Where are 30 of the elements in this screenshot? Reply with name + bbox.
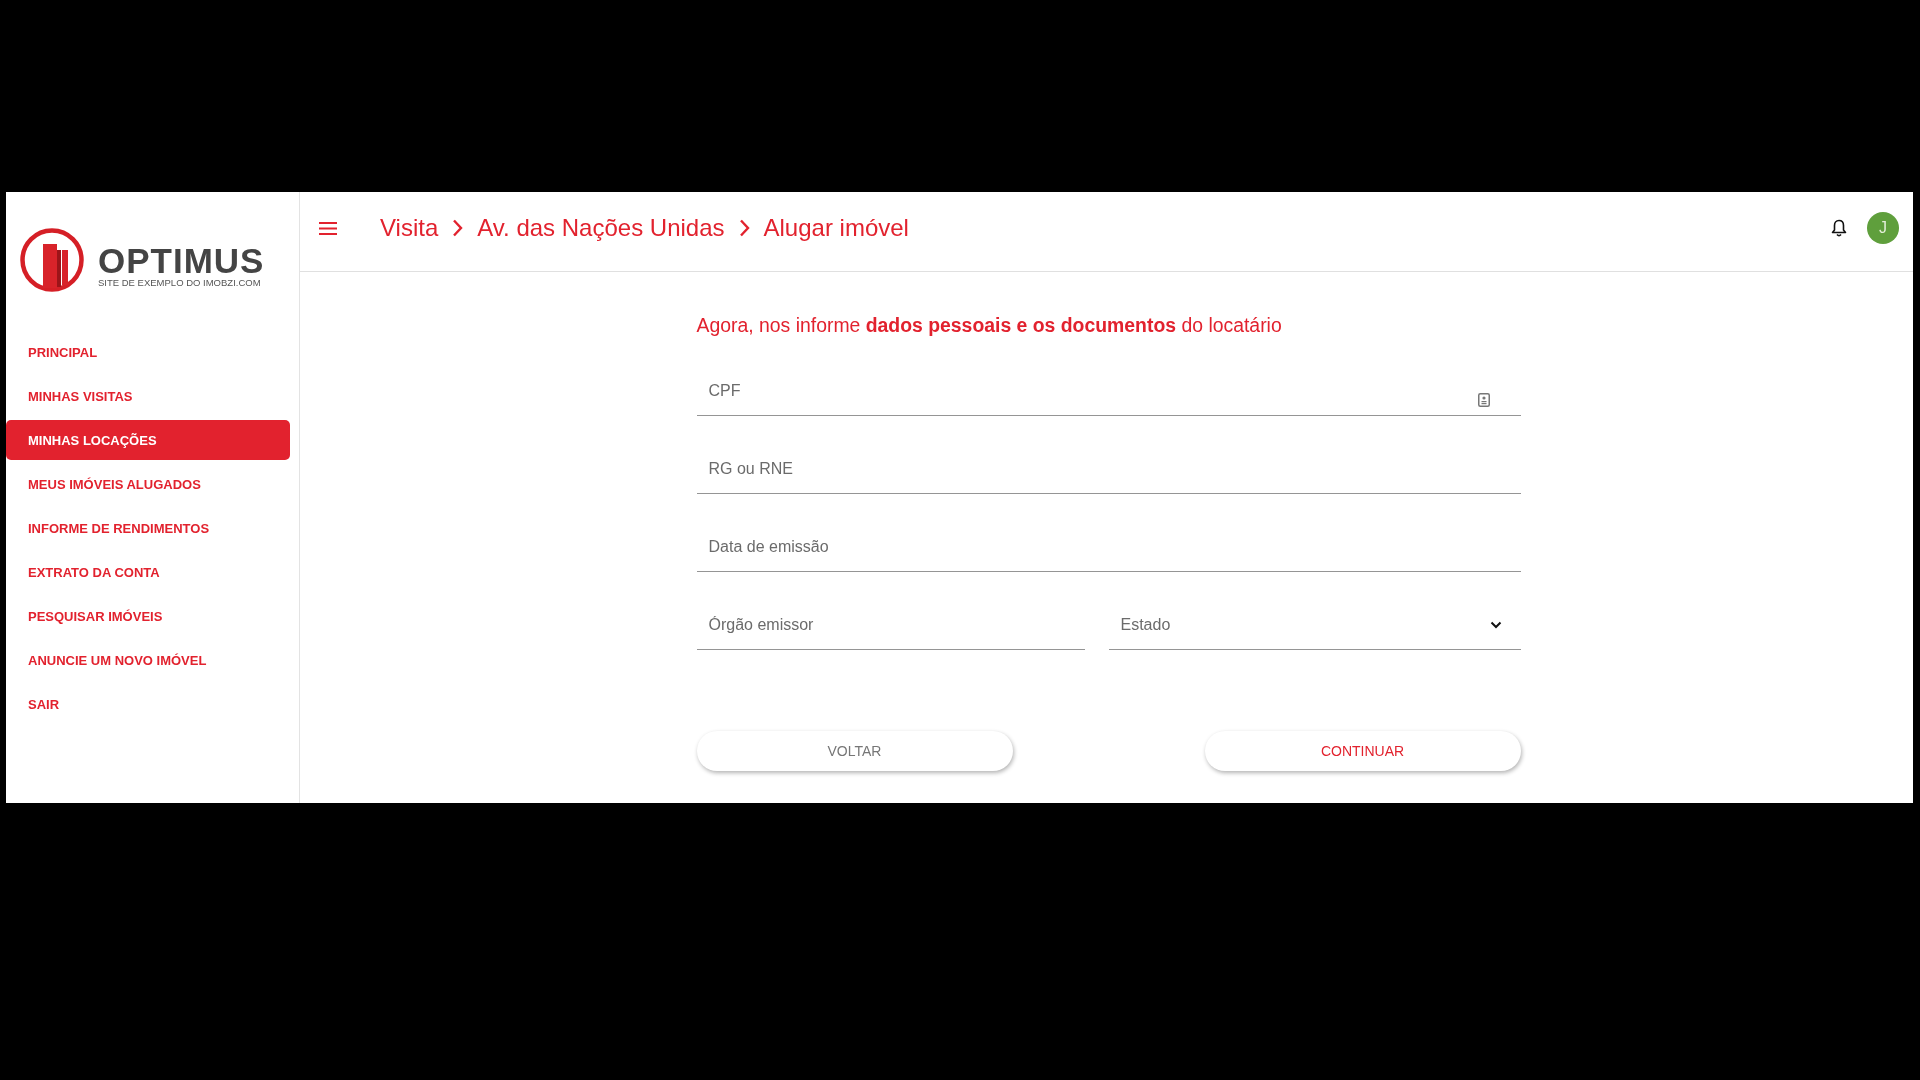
sidebar-item[interactable]: MINHAS LOCAÇÕES (6, 420, 290, 460)
sidebar-item[interactable]: EXTRATO DA CONTA (6, 552, 290, 592)
input-field[interactable]: Data de emissão (696, 522, 1521, 572)
sidebar-item[interactable]: ANUNCIE UM NOVO IMÓVEL (6, 640, 290, 680)
continue-button[interactable]: CONTINUAR (1204, 731, 1521, 771)
sidebar-item[interactable]: SAIR (6, 684, 290, 724)
chevron-right-icon (738, 219, 750, 237)
chevron-right-icon (452, 219, 464, 237)
logo-text: OPTIMUS (98, 243, 265, 278)
form-heading: Agora, nos informe dados pessoais e os documentos do locatário (696, 313, 1283, 337)
breadcrumb-current: Alugar imóvel (763, 213, 909, 243)
sidebar-item[interactable]: PRINCIPAL (6, 332, 290, 372)
breadcrumb-link[interactable]: Visita (380, 212, 439, 244)
chevron-down-icon (1489, 620, 1502, 629)
back-button[interactable]: VOLTAR (696, 731, 1013, 771)
user-avatar[interactable]: J (1867, 212, 1899, 244)
sidebar-item[interactable]: MINHAS VISITAS (6, 376, 290, 416)
menu-icon (319, 221, 337, 235)
contact-card-icon (1477, 393, 1490, 407)
logo-tagline: SITE DE EXEMPLO DO IMOBZI.COM (98, 278, 262, 288)
input-field[interactable]: RG ou RNE (696, 444, 1521, 494)
select-field[interactable]: Estado (1108, 600, 1521, 650)
sidebar-item[interactable]: MEUS IMÓVEIS ALUGADOS (6, 464, 290, 504)
input-field[interactable]: Órgão emissor (696, 600, 1085, 650)
logo-icon (20, 228, 84, 292)
sidebar-item[interactable]: INFORME DE RENDIMENTOS (6, 508, 290, 548)
breadcrumb-link[interactable]: Av. das Nações Unidas (477, 212, 725, 244)
sidebar-item[interactable]: PESQUISAR IMÓVEIS (6, 596, 290, 636)
bell-icon[interactable] (1831, 219, 1847, 237)
input-field[interactable]: CPF (696, 366, 1521, 416)
